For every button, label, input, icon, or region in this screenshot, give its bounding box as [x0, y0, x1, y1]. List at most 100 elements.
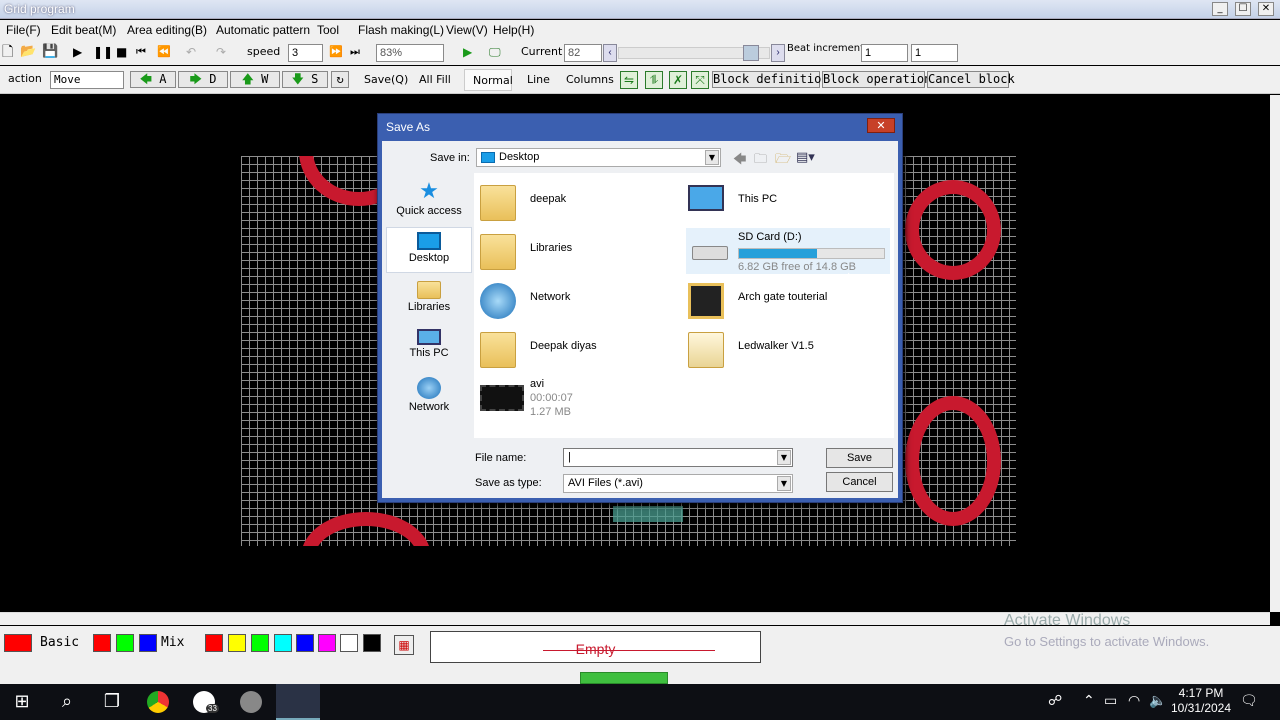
- save-in-select[interactable]: Desktop ▼: [476, 148, 721, 167]
- windows-start-icon[interactable]: ⊞: [10, 690, 34, 714]
- save-as-type-select[interactable]: AVI Files (*.avi) ▼: [563, 474, 793, 493]
- place-libraries[interactable]: Libraries: [386, 277, 472, 323]
- cancel-button[interactable]: Cancel: [826, 472, 893, 492]
- cancel-block-button[interactable]: Cancel block: [927, 71, 1015, 88]
- menu-file[interactable]: File(F): [6, 23, 41, 37]
- beat-increment-stepper-2[interactable]: 1: [911, 44, 958, 62]
- invert-icon[interactable]: ⤧: [691, 71, 709, 89]
- new-file-icon[interactable]: 🗋: [2, 43, 13, 61]
- beat-increment-stepper-1[interactable]: 1: [861, 44, 908, 62]
- columns-label[interactable]: Columns: [566, 71, 614, 89]
- color-swatch[interactable]: [318, 634, 336, 652]
- run-icon[interactable]: ▶: [463, 43, 472, 61]
- chevron-right-icon[interactable]: ›: [771, 44, 785, 62]
- list-item-selected[interactable]: SD Card (D:) 6.82 GB free of 14.8 GB: [686, 228, 890, 274]
- menu-tool[interactable]: Tool: [317, 23, 339, 37]
- app-icon[interactable]: [240, 691, 262, 713]
- previous-frame-icon[interactable]: ⏪: [157, 43, 171, 61]
- color-swatch[interactable]: [205, 634, 223, 652]
- wifi-icon[interactable]: ◠: [1128, 693, 1140, 709]
- color-swatch[interactable]: [296, 634, 314, 652]
- line-label[interactable]: Line: [527, 71, 550, 89]
- chevron-down-icon[interactable]: ▼: [777, 450, 791, 465]
- search-icon[interactable]: ⌕: [55, 690, 79, 714]
- chevron-down-icon[interactable]: ▼: [705, 150, 719, 165]
- list-item[interactable]: Ledwalker V1.5: [682, 328, 892, 370]
- new-folder-icon[interactable]: 🗁: [775, 150, 791, 172]
- back-icon[interactable]: 🡄: [733, 150, 746, 172]
- notifications-icon[interactable]: 🗨: [1240, 693, 1258, 709]
- current-frame-field[interactable]: 82: [564, 44, 602, 62]
- undo-icon[interactable]: ↶: [186, 43, 196, 61]
- move-down-button[interactable]: 🡇 S: [282, 71, 328, 88]
- minimize-button[interactable]: _: [1212, 2, 1228, 16]
- next-frame-icon[interactable]: ⏩: [329, 43, 343, 61]
- view-menu-icon[interactable]: ▤▾: [796, 150, 815, 165]
- maximize-button[interactable]: ☐: [1235, 2, 1251, 16]
- place-quick-access[interactable]: ★ Quick access: [386, 177, 472, 223]
- color-swatch[interactable]: [251, 634, 269, 652]
- menu-area-editing[interactable]: Area editing(B): [127, 23, 207, 37]
- list-item[interactable]: This PC: [682, 181, 892, 223]
- clear-icon[interactable]: ✗: [669, 71, 687, 89]
- color-picker-icon[interactable]: ▦: [394, 635, 414, 655]
- list-item[interactable]: deepak: [474, 181, 684, 223]
- pause-icon[interactable]: ❚❚: [93, 43, 113, 61]
- menu-help[interactable]: Help(H): [493, 23, 534, 37]
- chevron-up-icon[interactable]: ⌃: [1083, 693, 1095, 709]
- redo-icon[interactable]: ↷: [216, 43, 226, 61]
- block-operation-button[interactable]: Block operation: [822, 71, 931, 88]
- file-name-input[interactable]: | ▼: [563, 448, 793, 467]
- last-frame-icon[interactable]: ⏭: [350, 43, 360, 61]
- current-color-swatch[interactable]: [4, 634, 32, 652]
- grid-program-taskbar-icon[interactable]: [276, 684, 320, 720]
- play-icon[interactable]: ▶: [73, 43, 82, 61]
- color-swatch[interactable]: [340, 634, 358, 652]
- close-button[interactable]: ✕: [1258, 2, 1274, 16]
- save-disk-icon[interactable]: 💾: [42, 43, 58, 61]
- place-desktop[interactable]: Desktop: [386, 227, 472, 273]
- up-folder-icon[interactable]: 🗀: [754, 150, 767, 172]
- color-swatch[interactable]: [274, 634, 292, 652]
- chevron-left-icon[interactable]: ‹: [603, 44, 617, 62]
- normal-tab[interactable]: Normal: [464, 69, 513, 91]
- speed-stepper[interactable]: 3: [288, 44, 323, 62]
- color-swatch[interactable]: [228, 634, 246, 652]
- list-item[interactable]: Network: [474, 279, 684, 321]
- place-network[interactable]: Network: [386, 373, 472, 419]
- battery-icon[interactable]: ▭: [1104, 693, 1117, 709]
- open-folder-icon[interactable]: 📂: [20, 43, 36, 61]
- flip-horizontal-icon[interactable]: ⇋: [620, 71, 638, 89]
- color-swatch[interactable]: [116, 634, 134, 652]
- first-frame-icon[interactable]: ⏮: [136, 43, 146, 61]
- move-left-button[interactable]: 🡄 A: [130, 71, 176, 88]
- menu-flash-making[interactable]: Flash making(L): [358, 23, 444, 37]
- chevron-down-icon[interactable]: ▼: [777, 476, 791, 491]
- menu-view[interactable]: View(V): [446, 23, 488, 37]
- vertical-scrollbar[interactable]: [1270, 95, 1280, 612]
- zoom-select[interactable]: 83%: [376, 44, 444, 62]
- move-right-button[interactable]: 🡆 D: [178, 71, 228, 88]
- color-swatch[interactable]: [93, 634, 111, 652]
- clock[interactable]: 4:17 PM 10/31/2024: [1168, 686, 1234, 716]
- list-item[interactable]: avi 00:00:07 1.27 MB: [474, 375, 684, 423]
- action-select[interactable]: Move: [50, 71, 124, 89]
- save-button[interactable]: Save: [826, 448, 893, 468]
- save-label[interactable]: Save(Q): [364, 71, 408, 89]
- all-fill-label[interactable]: All Fill: [419, 71, 451, 89]
- volume-icon[interactable]: 🔈: [1149, 693, 1166, 709]
- chrome-icon[interactable]: [147, 691, 169, 713]
- people-icon[interactable]: ☍: [1048, 693, 1062, 709]
- flip-vertical-icon[interactable]: ⥮: [645, 71, 663, 89]
- block-definition-button[interactable]: Block definition: [712, 71, 829, 88]
- stop-icon[interactable]: ■: [116, 43, 127, 61]
- color-swatch[interactable]: [139, 634, 157, 652]
- menu-edit-beat[interactable]: Edit beat(M): [51, 23, 116, 37]
- place-this-pc[interactable]: This PC: [386, 325, 472, 371]
- color-swatch[interactable]: [363, 634, 381, 652]
- preview-icon[interactable]: 🖵: [489, 43, 501, 61]
- menu-automatic-pattern[interactable]: Automatic pattern: [216, 23, 310, 37]
- dialog-close-icon[interactable]: ✕: [867, 118, 895, 133]
- refresh-icon[interactable]: ↻: [331, 71, 349, 88]
- move-up-button[interactable]: 🡅 W: [230, 71, 280, 88]
